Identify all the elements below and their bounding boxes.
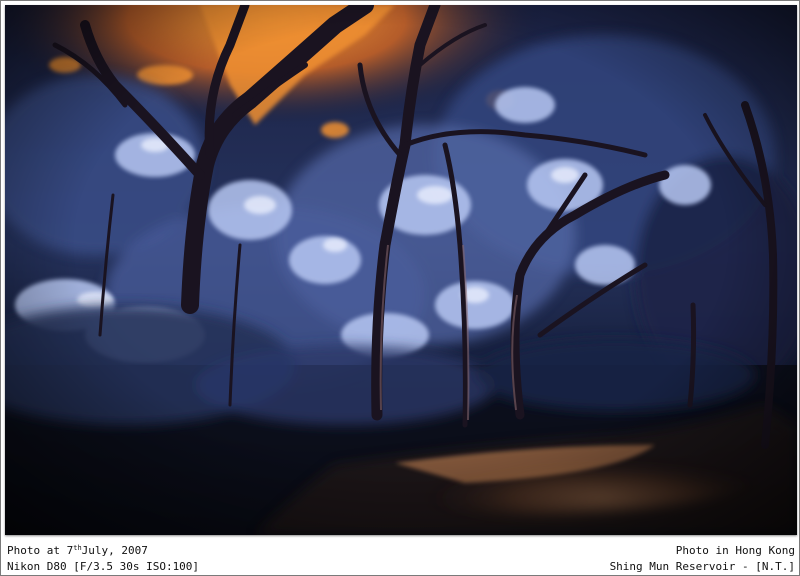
caption-date: Photo at 7thJuly, 2007 bbox=[7, 544, 148, 557]
photo-caption: Photo at 7thJuly, 2007 Nikon D80 [F/3.5 … bbox=[1, 539, 800, 576]
photo-frame: Photo at 7thJuly, 2007 Nikon D80 [F/3.5 … bbox=[0, 0, 800, 576]
caption-location-top: Photo in Hong Kong bbox=[675, 544, 795, 557]
date-ordinal: th bbox=[73, 544, 82, 552]
forest-illustration bbox=[5, 5, 797, 535]
caption-location-bottom: Shing Mun Reservoir - [N.T.] bbox=[609, 560, 795, 573]
forest-photo bbox=[5, 5, 797, 535]
caption-camera: Nikon D80 [F/3.5 30s ISO:100] bbox=[7, 560, 200, 573]
vignette bbox=[5, 5, 797, 535]
